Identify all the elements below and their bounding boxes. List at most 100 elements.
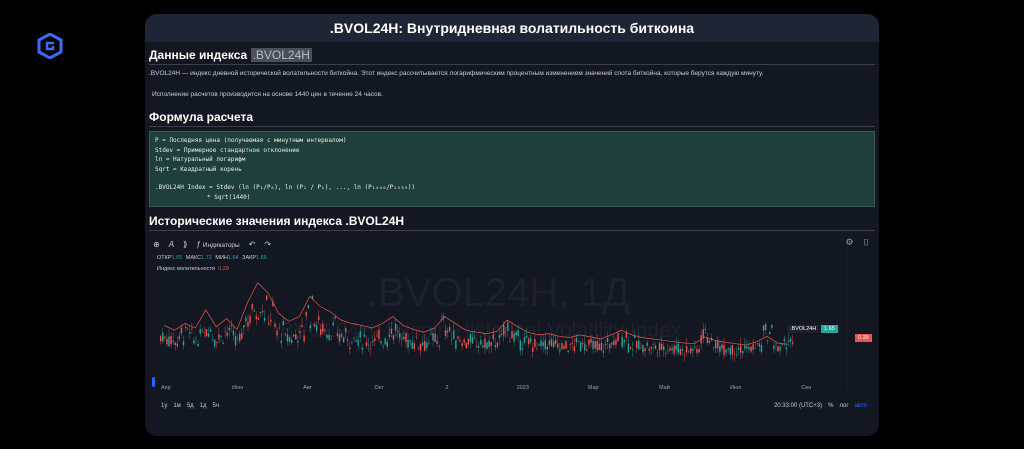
candle-body: [299, 331, 301, 333]
log-scale-toggle[interactable]: лог: [839, 403, 848, 409]
candle-body: [178, 336, 181, 340]
open-label: ОТКР: [157, 255, 172, 261]
candle-body: [517, 330, 519, 336]
candle-body: [737, 348, 740, 350]
percent-scale-toggle[interactable]: %: [828, 403, 833, 409]
candle-body: [417, 347, 420, 349]
auto-scale-toggle[interactable]: авто: [855, 403, 867, 409]
candle-body: [629, 347, 632, 349]
indicator-price-tag: 0.29: [855, 334, 872, 342]
candle-body: [380, 341, 382, 344]
candle-body: [303, 335, 305, 342]
candle-body: [293, 334, 295, 337]
candle-body: [268, 322, 270, 325]
candle-body: [687, 350, 690, 352]
candle-body: [500, 334, 503, 335]
candle-body: [266, 295, 268, 300]
timezone-clock[interactable]: 20:33:00 (UTC+3): [774, 403, 822, 409]
candle-body: [712, 346, 715, 348]
candle-body: [702, 329, 704, 339]
candle-body: [791, 341, 794, 344]
candle-body: [665, 353, 667, 355]
candle-body: [552, 341, 555, 348]
candle-body: [723, 344, 725, 356]
settings-gear-icon[interactable]: ⚙: [846, 237, 854, 248]
open-value: 1.65: [171, 255, 183, 261]
candle-body: [286, 334, 289, 342]
indicators-icon: ƒ: [196, 239, 201, 249]
range-5d[interactable]: 5д: [187, 403, 194, 409]
candle-body: [436, 341, 438, 344]
candle-body: [511, 331, 513, 339]
indicators-button[interactable]: ƒ Индикаторы: [197, 240, 240, 249]
candle-body: [434, 333, 436, 342]
candle-body: [374, 337, 376, 341]
candle-body: [467, 338, 470, 345]
range-selector: 1y 1м 5д 1д 5ч: [161, 403, 219, 409]
candle-body: [669, 348, 671, 351]
candle-body: [565, 341, 567, 349]
indicator-legend[interactable]: Индекс волатильности 0.29: [157, 266, 229, 272]
candle-body: [426, 342, 428, 348]
candle-body: [561, 343, 563, 350]
redo-icon[interactable]: ↷: [264, 240, 271, 249]
candle-body: [401, 338, 403, 340]
candle-body: [507, 322, 509, 331]
content-card: .BVOL24H: Внутридневная волатильность би…: [145, 14, 879, 436]
candle-body: [650, 346, 652, 349]
candle-body: [575, 337, 578, 342]
candle-body: [532, 347, 534, 352]
candle-body: [438, 346, 440, 347]
candle-body: [180, 327, 183, 334]
candle-body: [787, 340, 790, 342]
range-1m[interactable]: 1м: [173, 403, 180, 409]
candle-body: [671, 348, 673, 351]
undo-icon[interactable]: ↶: [249, 240, 256, 249]
candle-body: [276, 330, 278, 336]
candle-body: [721, 344, 723, 349]
symbol-price-tag: .BVOL24H: [787, 325, 820, 333]
range-5h[interactable]: 5ч: [213, 403, 219, 409]
candle-body: [197, 343, 199, 347]
candle-body: [771, 324, 773, 328]
formula-line: ln = Натуральный логарифм: [155, 156, 246, 163]
candle-body: [407, 340, 409, 348]
candle-body: [557, 343, 559, 348]
candle-body: [386, 341, 388, 347]
camera-icon[interactable]: ⌷: [864, 237, 869, 248]
candle-body: [160, 336, 162, 342]
brand-logo-icon: [37, 33, 63, 59]
candle-body: [769, 332, 771, 335]
candle-body: [636, 341, 638, 348]
candle-body: [326, 334, 328, 339]
range-1y[interactable]: 1y: [161, 403, 167, 409]
candle-body: [536, 348, 538, 350]
chart-scroll-handle[interactable]: [152, 377, 155, 387]
close-value: 1.65: [256, 255, 267, 261]
candle-body: [372, 340, 374, 343]
candle-body: [365, 341, 368, 347]
range-1d[interactable]: 1д: [200, 403, 207, 409]
candle-body: [347, 339, 349, 341]
replay-icon[interactable]: ⟫: [183, 240, 187, 249]
candle-body: [320, 329, 322, 335]
candle-body: [567, 350, 569, 353]
candle-body: [270, 319, 272, 322]
alert-icon[interactable]: A: [169, 240, 174, 249]
high-value: 1.72: [201, 255, 212, 261]
add-compare-icon[interactable]: ⊕: [153, 240, 160, 249]
candle-body: [781, 344, 783, 345]
candle-body: [259, 312, 262, 314]
chart-plot-area[interactable]: 14.0012.0010.008.006.004.002.000.00−2.00…: [153, 249, 853, 394]
candle-body: [324, 329, 326, 331]
candle-body: [692, 348, 694, 351]
candle-body: [656, 352, 659, 354]
candle-body: [521, 348, 524, 350]
candle-body: [162, 332, 164, 342]
candle-body: [683, 354, 686, 356]
candle-body: [592, 340, 594, 350]
candle-body: [232, 330, 235, 336]
formula-line: Stdev = Примерное стандартное отклонение: [155, 146, 300, 154]
price-chart[interactable]: ⊕ A ⟫ ƒ Индикаторы ↶ ↷ ⚙ ⌷ .BVOL24H, 1Д …: [149, 235, 875, 413]
candle-body: [211, 340, 214, 342]
